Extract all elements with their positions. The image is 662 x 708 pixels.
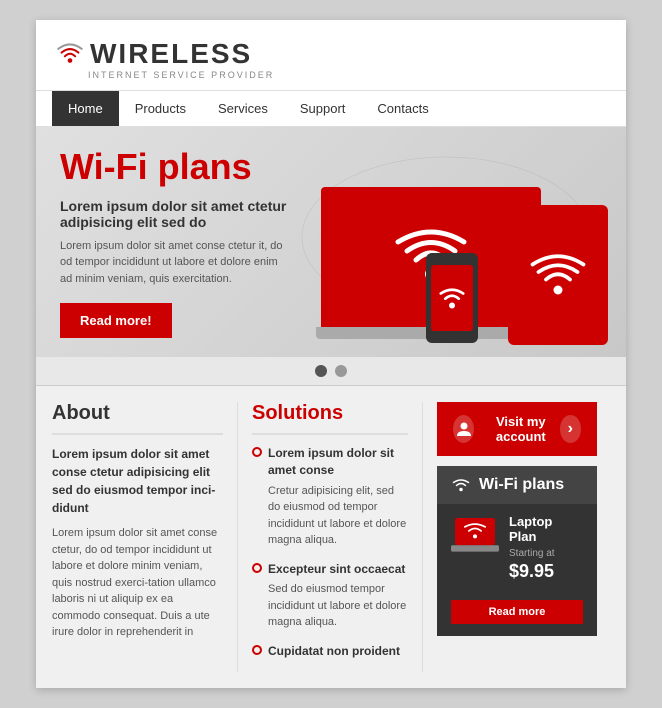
solution-title-1: Lorem ipsum dolor sit amet conse (268, 445, 408, 479)
solution-body-1: Cretur adipisicing elit, sed do eiusmod … (252, 483, 408, 549)
wifi-plans-header: Wi-Fi plans (437, 466, 597, 504)
logo-sub: INTERNET SERVICE PROVIDER (88, 70, 274, 80)
nav-link-contacts[interactable]: Contacts (361, 91, 444, 126)
about-column: About Lorem ipsum dolor sit amet conse c… (52, 402, 237, 672)
tablet-device (508, 205, 608, 345)
solutions-title: Solutions (252, 402, 408, 435)
hero-content: Wi-Fi plans Lorem ipsum dolor sit amet c… (36, 127, 316, 357)
solutions-column: Solutions Lorem ipsum dolor sit amet con… (237, 402, 422, 672)
hero-body: Lorem ipsum dolor sit amet conse ctetur … (60, 238, 292, 288)
solution-item-1: Lorem ipsum dolor sit amet conse Cretur … (252, 445, 408, 549)
plan-starting-label: Starting at (509, 548, 583, 559)
solution-bullet-3 (252, 645, 262, 655)
nav-item-services[interactable]: Services (202, 91, 284, 126)
nav-link-home[interactable]: Home (52, 91, 119, 126)
plan-details: Laptop Plan Starting at $9.95 (509, 514, 583, 590)
solution-item-1-title-row: Lorem ipsum dolor sit amet conse (252, 445, 408, 479)
wifi-plans-box: Wi-Fi plans (437, 466, 597, 636)
logo-main: WIRELESS (56, 38, 274, 70)
site-nav: Home Products Services Support Contacts (36, 90, 626, 127)
nav-link-products[interactable]: Products (119, 91, 202, 126)
hero-read-more-button[interactable]: Read more! (60, 303, 172, 338)
wifi-plans-icon (451, 477, 471, 493)
slider-dots (36, 357, 626, 386)
phone-device (426, 253, 478, 343)
hero-devices (306, 127, 626, 357)
wifi-plans-title: Wi-Fi plans (479, 476, 564, 494)
nav-item-contacts[interactable]: Contacts (361, 91, 444, 126)
solution-item-3-title-row: Cupidatat non proident (252, 643, 408, 660)
plan-name: Laptop Plan (509, 514, 583, 544)
solution-bullet-2 (252, 563, 262, 573)
phone-screen (431, 265, 473, 331)
arrow-right-icon: › (560, 415, 581, 443)
plan-price: $9.95 (509, 561, 583, 582)
nav-item-home[interactable]: Home (52, 91, 119, 126)
about-body-bold: Lorem ipsum dolor sit amet conse ctetur … (52, 445, 223, 517)
phone-wifi-icon (437, 283, 467, 313)
about-body: Lorem ipsum dolor sit amet conse ctetur,… (52, 525, 223, 641)
visit-account-label: Visit my account (482, 414, 560, 444)
logo-area: WIRELESS INTERNET SERVICE PROVIDER (56, 38, 274, 80)
visit-account-button[interactable]: Visit my account › (437, 402, 597, 456)
slider-dot-1[interactable] (315, 365, 327, 377)
solution-item-2: Excepteur sint occaecat Sed do eiusmod t… (252, 561, 408, 631)
user-icon (453, 415, 474, 443)
about-title: About (52, 402, 223, 435)
right-sidebar: Visit my account › Wi-Fi plans (422, 402, 597, 672)
solution-bullet-1 (252, 447, 262, 457)
wifi-logo-icon (56, 40, 84, 68)
solution-item-2-title-row: Excepteur sint occaecat (252, 561, 408, 578)
tablet-wifi-icon (528, 245, 588, 305)
nav-item-products[interactable]: Products (119, 91, 202, 126)
logo-text: WIRELESS (90, 38, 252, 70)
nav-link-support[interactable]: Support (284, 91, 362, 126)
main-content: About Lorem ipsum dolor sit amet conse c… (36, 386, 626, 688)
page-wrapper: WIRELESS INTERNET SERVICE PROVIDER Home … (0, 0, 662, 708)
plan-read-more-button[interactable]: Read more (451, 600, 583, 624)
solution-item-3: Cupidatat non proident (252, 643, 408, 660)
nav-link-services[interactable]: Services (202, 91, 284, 126)
wifi-plans-content: Laptop Plan Starting at $9.95 (437, 504, 597, 600)
site-header: WIRELESS INTERNET SERVICE PROVIDER (36, 20, 626, 90)
site-container: WIRELESS INTERNET SERVICE PROVIDER Home … (36, 20, 626, 688)
hero-title: Wi-Fi plans (60, 146, 292, 188)
nav-item-support[interactable]: Support (284, 91, 362, 126)
laptop-small-icon (451, 514, 499, 557)
hero-subtitle: Lorem ipsum dolor sit amet ctetur adipis… (60, 198, 292, 230)
slider-dot-2[interactable] (335, 365, 347, 377)
solution-title-3: Cupidatat non proident (268, 643, 400, 660)
solution-body-2: Sed do eiusmod tempor incididunt ut labo… (252, 581, 408, 631)
hero-banner: Wi-Fi plans Lorem ipsum dolor sit amet c… (36, 127, 626, 357)
solution-title-2: Excepteur sint occaecat (268, 561, 405, 578)
